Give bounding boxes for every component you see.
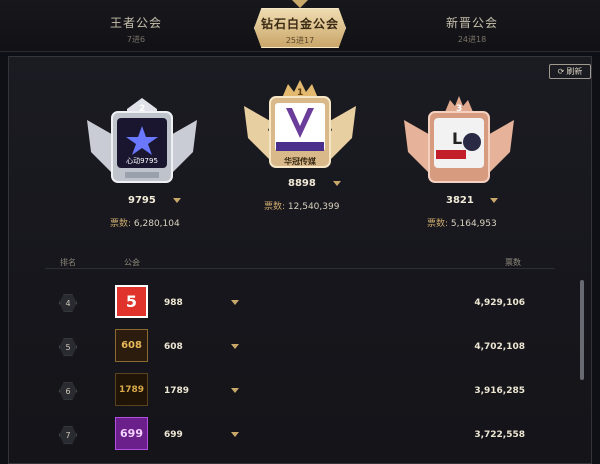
rank-1-count: 8898: [288, 178, 316, 189]
expand-icon[interactable]: [231, 344, 239, 349]
rank-hex-icon: 5: [59, 338, 77, 356]
header-votes: 票数: [505, 258, 521, 267]
rank-1-number: 1: [297, 88, 304, 98]
active-tab-indicator: [292, 0, 308, 8]
votes-value: 12,540,399: [287, 202, 340, 212]
expand-icon[interactable]: [231, 388, 239, 393]
votes-label: 票数:: [110, 219, 132, 229]
table-row[interactable]: 5 608 608 4,702,108: [45, 327, 555, 367]
guild-count: 608: [164, 342, 183, 352]
votes-value: 5,164,953: [450, 219, 497, 229]
tab-king-guild[interactable]: 王者公会 7进6: [66, 14, 206, 45]
guild-votes: 3,722,558: [474, 430, 525, 440]
refresh-icon: ⟳: [557, 67, 565, 76]
tab-title: 钻石白金公会: [260, 17, 339, 31]
table-row[interactable]: 6 1789 1789 3,916,285: [45, 371, 555, 411]
tab-title: 新晋公会: [445, 16, 498, 30]
rank-2-votes: 票数: 6,280,104: [110, 216, 180, 229]
rank-1-votes: 票数: 12,540,399: [264, 199, 339, 212]
guild-logo: 5: [115, 285, 148, 318]
guild-tabs: 王者公会 7进6 钻石白金公会 25进17 新晋公会 24进18: [0, 0, 600, 52]
rank-hex-icon: 7: [59, 426, 77, 444]
guild-logo: 1789: [115, 373, 148, 406]
header-guild: 公会: [124, 258, 140, 267]
votes-label: 票数:: [427, 219, 449, 229]
rank-3-count: 3821: [446, 195, 474, 206]
tab-subtitle: 7进6: [126, 35, 146, 44]
guild-count: 1789: [164, 386, 190, 396]
header-rank: 排名: [60, 258, 76, 267]
expand-icon[interactable]: [231, 300, 239, 305]
guild-votes: 4,702,108: [474, 342, 525, 352]
rank-hex-icon: 4: [59, 294, 77, 312]
tab-new-guild[interactable]: 新晋公会 24进18: [402, 14, 542, 45]
table-row[interactable]: 7 699 699 3,722,558: [45, 415, 555, 455]
votes-label: 票数:: [264, 202, 286, 212]
tab-subtitle: 24进18: [457, 35, 487, 44]
rank-3-votes: 票数: 5,164,953: [427, 216, 497, 229]
guild-votes: 4,929,106: [474, 298, 525, 308]
list-scrollbar[interactable]: [580, 280, 584, 380]
rank-hex-icon: 6: [59, 382, 77, 400]
rank-2-logo-text: 心动9795: [126, 156, 158, 165]
expand-icon[interactable]: [231, 432, 239, 437]
rank-3-number: 3: [456, 104, 463, 114]
rank-1-logo-text: 华冠传媒: [284, 156, 317, 166]
votes-value: 6,280,104: [133, 219, 180, 229]
refresh-label: 刷新: [566, 67, 583, 76]
rank-2-count: 9795: [128, 195, 156, 206]
guild-logo: 699: [115, 417, 148, 450]
guild-votes: 3,916,285: [474, 386, 525, 396]
table-row[interactable]: 4 5 988 4,929,106: [45, 283, 555, 323]
tab-title: 王者公会: [109, 16, 162, 30]
guild-count: 988: [164, 298, 183, 308]
guild-count: 699: [164, 430, 183, 440]
tab-subtitle: 25进17: [285, 36, 315, 45]
header-divider: [45, 268, 555, 269]
refresh-button[interactable]: ⟳ 刷新: [549, 64, 591, 79]
tab-diamond-platinum-guild[interactable]: 钻石白金公会 25进17: [254, 8, 346, 48]
rank-2-number: 2: [139, 104, 146, 114]
guild-logo: 608: [115, 329, 148, 362]
